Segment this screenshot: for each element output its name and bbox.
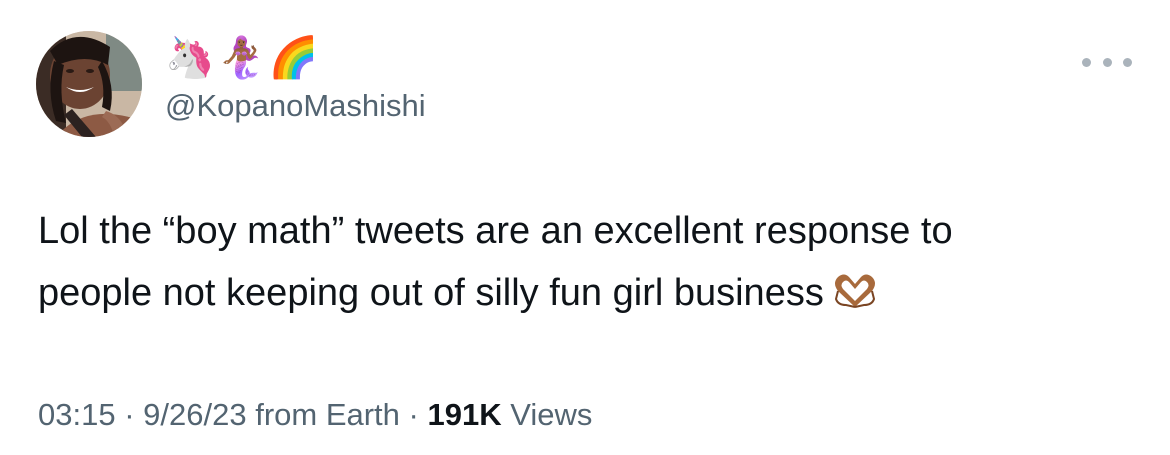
- tweet-date[interactable]: 9/26/23: [143, 397, 246, 432]
- more-options-icon[interactable]: [1082, 48, 1132, 76]
- avatar[interactable]: [36, 31, 142, 137]
- user-handle[interactable]: @KopanoMashishi: [165, 84, 426, 128]
- tweet-meta: 03:15 · 9/26/23 from Earth · 191K Views: [38, 393, 592, 437]
- heart-hands-emoji-icon: 🫶🏾: [832, 268, 878, 308]
- heart-hands-icon: [834, 274, 875, 308]
- unicorn-emoji-icon: 🦄: [165, 35, 215, 81]
- meta-separator: ·: [399, 397, 428, 432]
- views-count: 191K: [427, 397, 502, 432]
- meta-separator: ·: [115, 397, 144, 432]
- tweet-time[interactable]: 03:15: [38, 397, 116, 432]
- tweet-card: 🦄 🧜🏾‍♀️ 🌈 @KopanoMashishi Lol the “boy m…: [0, 0, 1170, 455]
- tweet-source: from Earth: [255, 397, 400, 432]
- views-label: Views: [510, 397, 593, 432]
- display-name[interactable]: 🦄 🧜🏾‍♀️ 🌈: [165, 34, 318, 82]
- mermaid-emoji-icon: 🧜🏾‍♀️: [216, 35, 267, 81]
- avatar-image: [36, 31, 142, 137]
- tweet-text: Lol the “boy math” tweets are an excelle…: [38, 200, 1138, 324]
- more-dot: [1082, 57, 1091, 67]
- tweet-body: Lol the “boy math” tweets are an excelle…: [38, 210, 953, 314]
- more-dot: [1102, 57, 1112, 67]
- rainbow-emoji-icon: 🌈: [268, 35, 319, 81]
- more-dot: [1123, 57, 1132, 67]
